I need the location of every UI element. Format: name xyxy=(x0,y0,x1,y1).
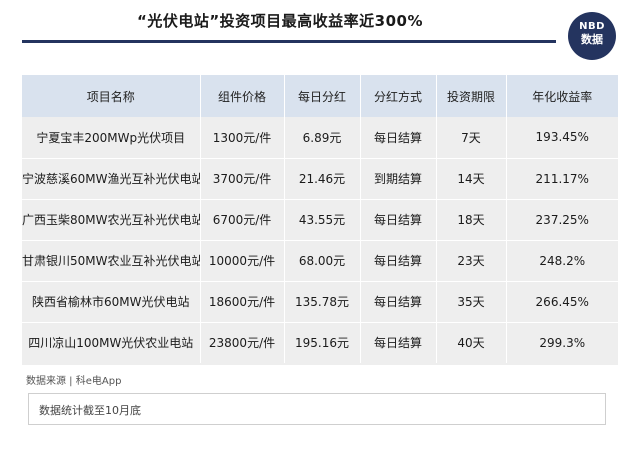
cell-project-name: 四川凉山100MW光伏农业电站 xyxy=(22,322,201,363)
cell-term: 40天 xyxy=(436,322,507,363)
note-box: 数据统计截至10月底 xyxy=(28,393,606,425)
column-header-price: 组件价格 xyxy=(200,75,285,117)
title-underline xyxy=(22,40,556,43)
cell-daily-dividend: 21.46元 xyxy=(284,158,361,199)
column-header-annual-yield: 年化收益率 xyxy=(532,89,593,104)
cell-project-name: 广西玉柴80MW农光互补光伏电站 xyxy=(22,199,201,240)
cell-term: 35天 xyxy=(436,281,507,322)
cell-term: 7天 xyxy=(436,117,507,158)
page-title: “光伏电站”投资项目最高收益率近300% xyxy=(136,12,424,30)
cell-daily-dividend: 43.55元 xyxy=(284,199,361,240)
column-header-project: 项目名称 xyxy=(22,75,201,117)
cell-price: 6700元/件 xyxy=(200,199,285,240)
column-header-term: 投资期限 xyxy=(436,75,507,117)
cell-annual-yield: 211.17% xyxy=(535,171,589,186)
table-header-row: 项目名称 组件价格 每日分红 分红方式 投资期限 年化收益率 xyxy=(22,75,618,117)
cell-daily-dividend: 195.16元 xyxy=(284,322,361,363)
cell-project-name: 陕西省榆林市60MW光伏电站 xyxy=(22,281,201,322)
table-row: 宁波慈溪60MW渔光互补光伏电站 3700元/件 21.46元 到期结算 14天… xyxy=(22,158,618,199)
cell-price: 3700元/件 xyxy=(200,158,285,199)
table-row: 陕西省榆林市60MW光伏电站 18600元/件 135.78元 每日结算 35天… xyxy=(22,281,618,322)
cell-price: 23800元/件 xyxy=(200,322,285,363)
cell-dividend-method: 每日结算 xyxy=(360,117,437,158)
logo-text-top: NBD xyxy=(579,21,605,32)
cell-daily-dividend: 6.89元 xyxy=(284,117,361,158)
note-text: 数据统计截至10月底 xyxy=(39,404,141,417)
cell-dividend-method: 每日结算 xyxy=(360,281,437,322)
infographic-page: “光伏电站”投资项目最高收益率近300% NBD 数据 项目名称 组件价格 每日… xyxy=(0,0,640,473)
logo-text-bottom: 数据 xyxy=(581,33,603,46)
cell-price: 10000元/件 xyxy=(200,240,285,281)
investment-table: 项目名称 组件价格 每日分红 分红方式 投资期限 年化收益率 宁夏宝丰200MW… xyxy=(22,75,618,363)
cell-annual-yield: 237.25% xyxy=(535,212,589,227)
cell-dividend-method: 每日结算 xyxy=(360,199,437,240)
cell-dividend-method: 每日结算 xyxy=(360,240,437,281)
table-row: 甘肃银川50MW农业互补光伏电站 10000元/件 68.00元 每日结算 23… xyxy=(22,240,618,281)
cell-project-name: 宁波慈溪60MW渔光互补光伏电站 xyxy=(22,158,201,199)
cell-project-name: 甘肃银川50MW农业互补光伏电站 xyxy=(22,240,201,281)
column-header-daily-dividend: 每日分红 xyxy=(284,75,361,117)
cell-term: 18天 xyxy=(436,199,507,240)
cell-annual-yield: 266.45% xyxy=(535,294,589,309)
table-row: 四川凉山100MW光伏农业电站 23800元/件 195.16元 每日结算 40… xyxy=(22,322,618,363)
data-source-label: 数据来源 | 科e电App xyxy=(26,376,122,387)
cell-dividend-method: 到期结算 xyxy=(360,158,437,199)
cell-annual-yield: 299.3% xyxy=(539,335,586,350)
cell-price: 1300元/件 xyxy=(200,117,285,158)
cell-project-name: 宁夏宝丰200MWp光伏项目 xyxy=(22,117,201,158)
cell-annual-yield: 193.45% xyxy=(535,130,589,145)
cell-term: 14天 xyxy=(436,158,507,199)
cell-term: 23天 xyxy=(436,240,507,281)
table-row: 广西玉柴80MW农光互补光伏电站 6700元/件 43.55元 每日结算 18天… xyxy=(22,199,618,240)
cell-daily-dividend: 135.78元 xyxy=(284,281,361,322)
cell-price: 18600元/件 xyxy=(200,281,285,322)
investment-table-container: 项目名称 组件价格 每日分红 分红方式 投资期限 年化收益率 宁夏宝丰200MW… xyxy=(22,75,618,365)
cell-dividend-method: 每日结算 xyxy=(360,322,437,363)
nbd-logo: NBD 数据 xyxy=(568,12,616,60)
column-header-dividend-method: 分红方式 xyxy=(360,75,437,117)
table-row: 宁夏宝丰200MWp光伏项目 1300元/件 6.89元 每日结算 7天 193… xyxy=(22,117,618,158)
cell-daily-dividend: 68.00元 xyxy=(284,240,361,281)
cell-annual-yield: 248.2% xyxy=(539,253,586,268)
